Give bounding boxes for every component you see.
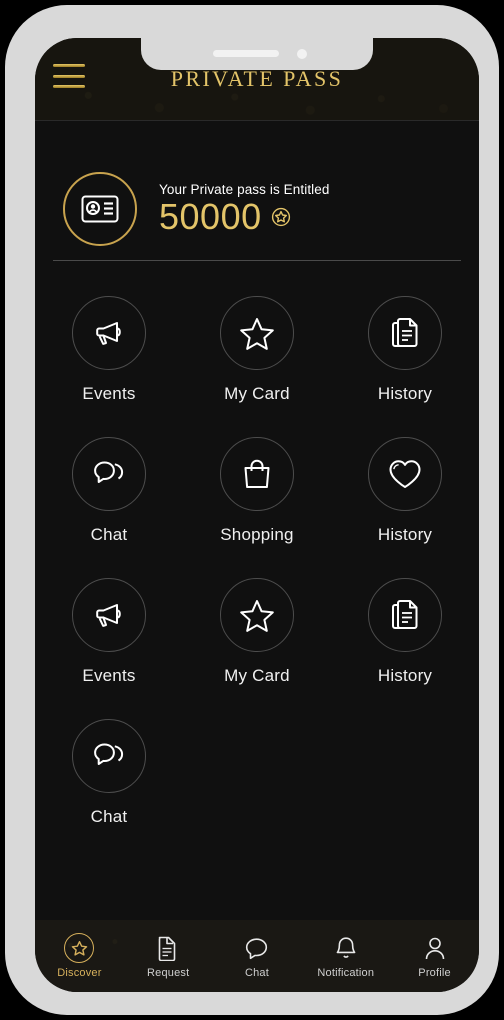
star-badge-icon <box>271 207 291 232</box>
id-card-icon <box>63 171 137 246</box>
phone-screen: PRIVATE PASS Your Private pass is Entitl… <box>35 38 479 992</box>
front-camera-dot-icon <box>297 49 307 59</box>
chat-bubble-icon <box>244 933 269 963</box>
grid-tile-chat-2[interactable]: Chat <box>35 719 183 827</box>
bell-icon <box>335 933 357 963</box>
grid-tile-events-1[interactable]: Events <box>35 296 183 404</box>
balance-caption: Your Private pass is Entitled <box>159 182 330 197</box>
grid-tile-my-card-1[interactable]: My Card <box>183 296 331 404</box>
nav-item-label: Notification <box>317 967 375 979</box>
grid-tile-history-1[interactable]: History <box>331 296 479 404</box>
grid-tile-shopping[interactable]: Shopping <box>183 437 331 545</box>
balance-amount-row: 50000 <box>159 199 330 235</box>
nav-item-chat[interactable]: Chat <box>213 933 302 979</box>
chat-bubbles-icon <box>72 719 146 793</box>
grid-tile-label: My Card <box>224 384 290 403</box>
nav-item-label: Profile <box>418 967 451 979</box>
nav-item-notification[interactable]: Notification <box>301 933 390 979</box>
grid-tile-label: My Card <box>224 666 290 685</box>
bottom-navigation-bar: Discover Request Chat Notification Profi… <box>35 920 479 992</box>
grid-tile-label: Shopping <box>220 525 294 544</box>
grid-tile-events-2[interactable]: Events <box>35 578 183 686</box>
documents-icon <box>368 296 442 370</box>
grid-tile-label: Chat <box>90 807 128 826</box>
grid-tile-my-card-2[interactable]: My Card <box>183 578 331 686</box>
section-divider <box>53 260 461 261</box>
chat-bubbles-icon <box>72 437 146 511</box>
nav-item-discover[interactable]: Discover <box>35 933 124 979</box>
balance-amount: 50000 <box>159 196 262 237</box>
grid-tile-chat-1[interactable]: Chat <box>35 437 183 545</box>
star-circle-icon <box>64 933 95 963</box>
person-icon <box>424 933 446 963</box>
heart-icon <box>368 437 442 511</box>
nav-item-label: Discover <box>57 967 102 979</box>
grid-tile-label: History <box>377 525 433 544</box>
nav-item-label: Request <box>147 967 190 979</box>
megaphone-icon <box>72 578 146 652</box>
grid-tile-label: History <box>377 666 433 685</box>
balance-card: Your Private pass is Entitled 50000 <box>35 156 479 261</box>
nav-item-profile[interactable]: Profile <box>390 933 479 979</box>
menu-grid: Events My Card History Chat Shopping His… <box>35 296 479 827</box>
star-icon <box>220 296 294 370</box>
nav-item-label: Chat <box>244 967 270 979</box>
document-icon <box>158 933 178 963</box>
grid-tile-label: Events <box>82 666 136 685</box>
grid-tile-label: Events <box>82 384 136 403</box>
grid-tile-history-3[interactable]: History <box>331 578 479 686</box>
phone-frame: PRIVATE PASS Your Private pass is Entitl… <box>5 5 499 1015</box>
grid-tile-label: Chat <box>90 525 128 544</box>
documents-icon <box>368 578 442 652</box>
star-icon <box>220 578 294 652</box>
megaphone-icon <box>72 296 146 370</box>
grid-tile-history-2[interactable]: History <box>331 437 479 545</box>
balance-text-block: Your Private pass is Entitled 50000 <box>159 182 330 235</box>
phone-notch <box>141 38 373 70</box>
shopping-bag-icon <box>220 437 294 511</box>
grid-tile-label: History <box>377 384 433 403</box>
speaker-slot-icon <box>213 50 279 57</box>
nav-item-request[interactable]: Request <box>124 933 213 979</box>
